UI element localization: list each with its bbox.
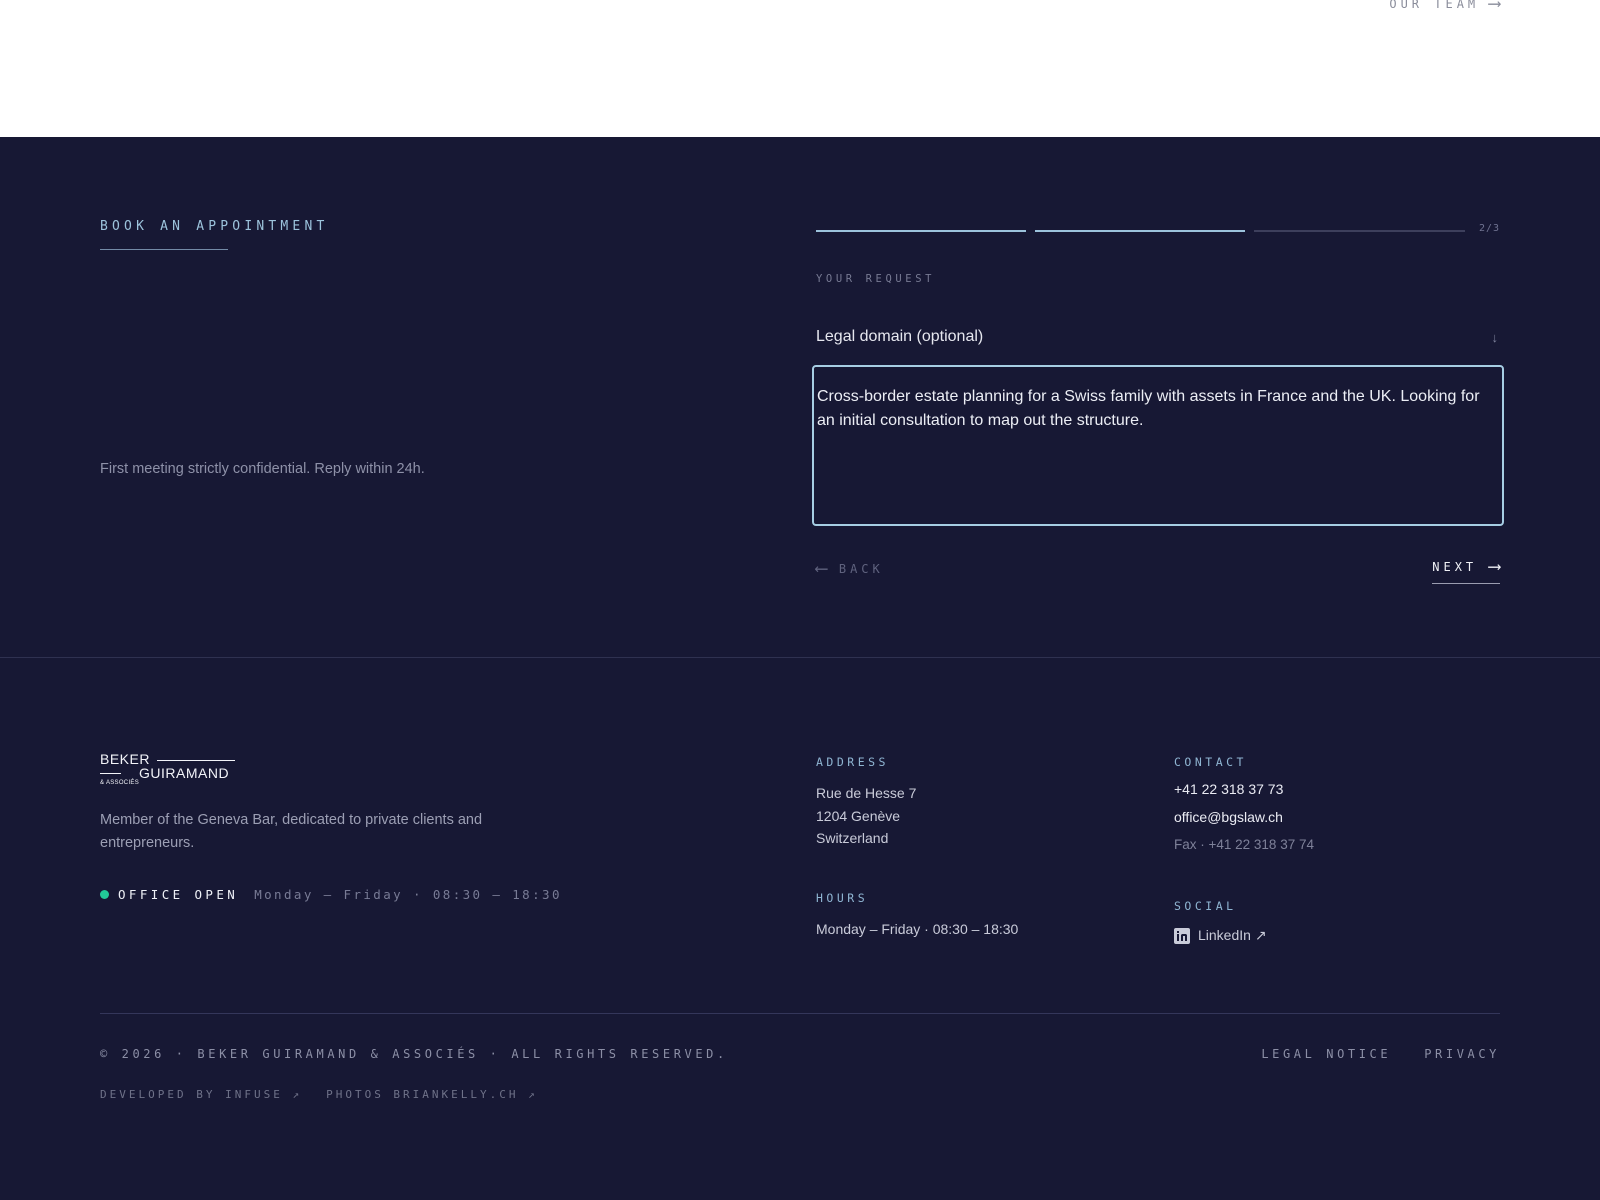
progress-step-1	[816, 230, 1026, 232]
footer-divider	[100, 1013, 1500, 1014]
linkedin-link[interactable]: LinkedIn ↗	[1174, 927, 1267, 944]
email-link[interactable]: office@bgslaw.ch	[1174, 809, 1283, 825]
address-title: ADDRESS	[816, 755, 889, 769]
photos-credit-link[interactable]: PHOTOS BRIANKELLY.CH ↗	[326, 1088, 538, 1101]
fax-number: Fax · +41 22 318 37 74	[1174, 837, 1314, 852]
step-progress: 2/3	[816, 223, 1500, 238]
hours-text: Monday – Friday · 08:30 – 18:30	[816, 921, 1019, 937]
our-team-link[interactable]: OUR TEAM ⟶	[1389, 0, 1500, 14]
credits: DEVELOPED BY INFUSE ↗ PHOTOS BRIANKELLY.…	[100, 1088, 538, 1101]
office-status-hours: Monday – Friday · 08:30 – 18:30	[254, 887, 562, 902]
address-line-3: Switzerland	[816, 830, 889, 846]
firm-description: Member of the Geneva Bar, dedicated to p…	[100, 812, 483, 851]
legal-notice-link[interactable]: LEGAL NOTICE	[1261, 1047, 1391, 1061]
back-button[interactable]: ⟵ BACK	[816, 558, 884, 579]
firm-logo[interactable]: BEKER GUIRAMAND & ASSOCIÉS	[100, 751, 240, 787]
legal-domain-select[interactable]: Legal domain (optional) ↓	[816, 320, 1500, 354]
booking-title: BOOK AN APPOINTMENT	[100, 219, 329, 234]
arrow-left-icon: ⟵	[816, 558, 827, 579]
progress-step-2	[1035, 230, 1245, 232]
request-section-label: YOUR REQUEST	[816, 273, 936, 285]
linkedin-icon	[1174, 927, 1190, 944]
phone-link[interactable]: +41 22 318 37 73	[1174, 781, 1283, 797]
address-line-1: Rue de Hesse 7	[816, 785, 917, 801]
contact-title: CONTACT	[1174, 755, 1247, 769]
step-counter: 2/3	[1478, 223, 1500, 234]
office-status: OFFICE OPEN Monday – Friday · 08:30 – 18…	[100, 887, 562, 902]
address-line-2: 1204 Genève	[816, 807, 901, 824]
booking-section: BOOK AN APPOINTMENT First meeting strict…	[0, 137, 1600, 657]
logo-line-2: GUIRAMAND	[139, 765, 230, 781]
our-team-label: OUR TEAM	[1389, 0, 1480, 11]
copyright: © 2026 · BEKER GUIRAMAND & ASSOCIÉS · AL…	[100, 1047, 728, 1061]
progress-step-3	[1254, 230, 1465, 232]
legal-domain-value: Legal domain (optional)	[816, 328, 984, 345]
social-title: SOCIAL	[1174, 899, 1237, 913]
back-label: BACK	[838, 561, 884, 576]
logo-line-3: & ASSOCIÉS	[100, 780, 140, 786]
top-section: OUR TEAM ⟶	[0, 0, 1600, 137]
booking-title-underline	[100, 249, 228, 250]
address-block: Rue de Hesse 7 1204 Genève Switzerland	[816, 782, 916, 850]
next-button[interactable]: NEXT ⟶	[1432, 556, 1500, 584]
legal-links: LEGAL NOTICE PRIVACY	[1261, 1047, 1500, 1061]
request-message-textarea[interactable]: Cross-border estate planning for a Swiss…	[812, 365, 1504, 526]
developed-by-link[interactable]: DEVELOPED BY INFUSE ↗	[100, 1088, 302, 1101]
logo-rule-bottom	[100, 773, 121, 774]
next-label: NEXT	[1432, 559, 1478, 574]
confidential-note: First meeting strictly confidential. Rep…	[100, 461, 425, 477]
office-status-label: OFFICE OPEN	[118, 887, 239, 902]
hours-title: HOURS	[816, 891, 869, 905]
status-dot-icon	[100, 890, 109, 899]
arrow-right-icon: ⟶	[1489, 0, 1500, 14]
privacy-link[interactable]: PRIVACY	[1424, 1047, 1500, 1061]
logo-rule-top	[157, 760, 235, 761]
arrow-right-icon: ⟶	[1489, 556, 1500, 577]
linkedin-label: LinkedIn ↗	[1198, 927, 1267, 943]
chevron-down-icon: ↓	[1491, 329, 1499, 345]
footer: BEKER GUIRAMAND & ASSOCIÉS Member of the…	[0, 658, 1600, 1200]
